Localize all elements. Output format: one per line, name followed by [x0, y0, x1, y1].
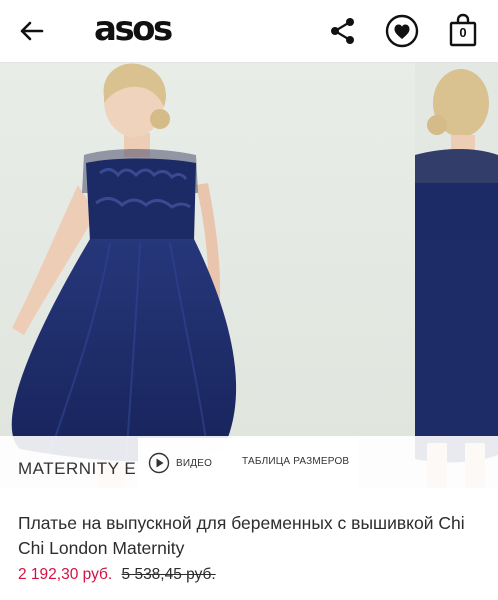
back-arrow-icon[interactable] — [14, 14, 48, 48]
product-photo-back — [415, 63, 498, 488]
product-title: Платье на выпускной для беременных с выш… — [18, 513, 465, 558]
current-price: 2 192,30 руб. — [18, 566, 113, 583]
shopping-bag-icon[interactable]: 0 — [446, 12, 480, 48]
price-row: 2 192,30 руб. 5 538,45 руб. — [18, 566, 216, 584]
product-photo-front — [0, 63, 415, 488]
original-price: 5 538,45 руб. — [121, 566, 216, 583]
brand-badge: MATERNITY E — [18, 459, 137, 478]
top-bar: asos 0 — [0, 0, 498, 63]
heart-icon[interactable] — [384, 13, 420, 49]
video-button[interactable]: ВИДЕО — [148, 452, 212, 474]
play-icon — [148, 452, 170, 474]
size-chart-link[interactable]: ТАБЛИЦА РАЗМЕРОВ — [242, 456, 349, 467]
asos-logo[interactable]: asos — [94, 9, 173, 49]
bag-count-badge: 0 — [459, 25, 467, 40]
product-gallery[interactable] — [0, 63, 498, 488]
share-icon[interactable] — [326, 14, 360, 48]
video-label: ВИДЕО — [176, 457, 213, 469]
